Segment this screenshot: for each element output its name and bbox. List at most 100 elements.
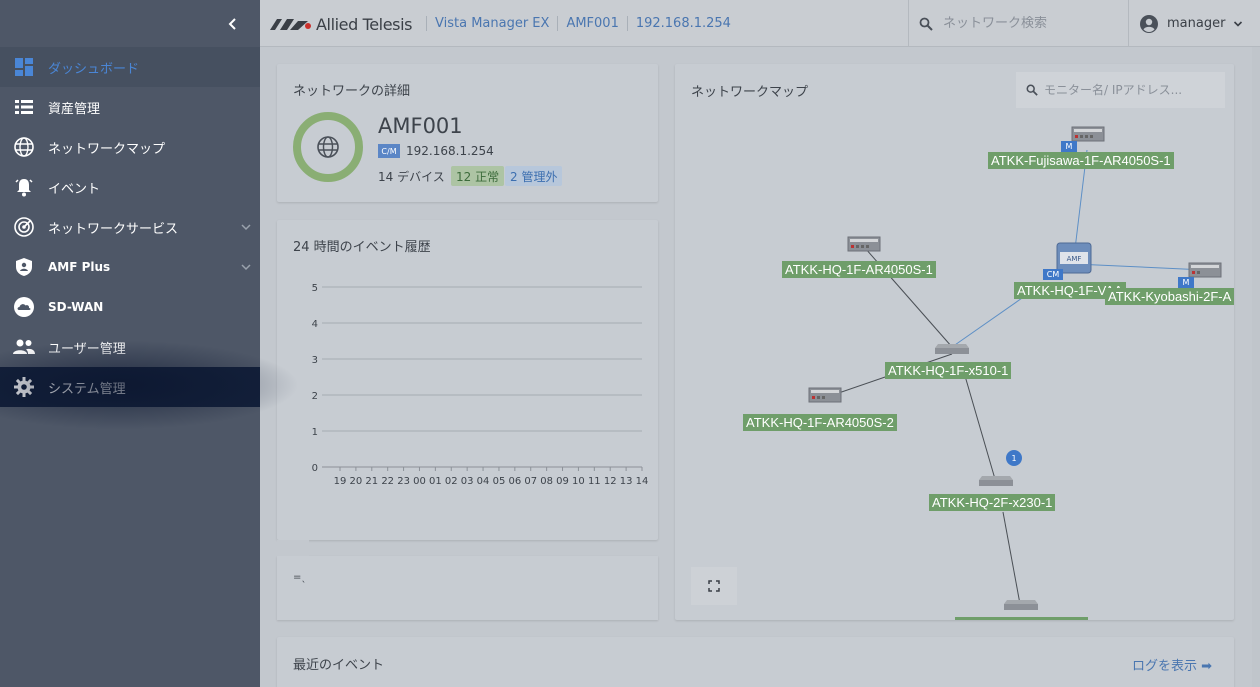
sidebar-item-network-services[interactable]: ネットワークサービス [0, 207, 260, 247]
y-tick-label: 0 [312, 463, 318, 474]
search-icon [1026, 84, 1038, 96]
x-tick-label: 12 [604, 476, 617, 487]
sidebar-item-user-management[interactable]: ユーザー管理 [0, 327, 260, 367]
sidebar-item-network-map[interactable]: ネットワークマップ [0, 127, 260, 167]
link-x510-x230 [962, 368, 996, 480]
sidebar-item-label: ネットワークマップ [48, 141, 166, 157]
switch-icon[interactable] [934, 342, 970, 356]
view-log-link[interactable]: ログを表示 ➡ [1132, 655, 1212, 674]
fullscreen-button[interactable] [691, 567, 737, 605]
network-map-title: ネットワークマップ [691, 85, 809, 100]
allied-telesis-logo[interactable]: Allied Telesis [268, 14, 412, 34]
node-badge: M [1061, 141, 1077, 152]
x-tick-label: 14 [636, 476, 649, 487]
brand-name: Allied Telesis [316, 14, 413, 34]
svg-text:AMF: AMF [1067, 255, 1082, 263]
sidebar-item-assets[interactable]: 資産管理 [0, 87, 260, 127]
x-tick-label: 06 [508, 476, 521, 487]
bell-icon [12, 175, 36, 199]
node-label[interactable]: ATKK-HQ-1F-AR4050S-1 [782, 261, 936, 278]
switch-icon[interactable] [978, 474, 1014, 488]
y-tick-label: 4 [312, 319, 318, 330]
chevron-down-icon [241, 224, 251, 231]
node-badge: M [1178, 277, 1194, 288]
x-tick-label: 07 [524, 476, 537, 487]
node-label[interactable]: ATKK-HQ-1F-x510-1 [885, 362, 1012, 379]
users-icon [12, 335, 36, 359]
breadcrumb-vista-manager[interactable]: Vista Manager EX [426, 16, 557, 31]
x-tick-label: 21 [365, 476, 378, 487]
link-x230-bottom [1002, 511, 1021, 605]
sidebar-item-system-management[interactable]: システム管理 [0, 367, 260, 407]
breadcrumb-network[interactable]: AMF001 [557, 16, 626, 31]
normal-count-badge[interactable]: 12 正常 [451, 166, 505, 186]
x-tick-label: 09 [556, 476, 569, 487]
network-ip: 192.168.1.254 [406, 144, 494, 158]
y-tick-label: 2 [312, 391, 318, 402]
x-tick-label: 22 [381, 476, 394, 487]
sidebar-item-amf-plus[interactable]: AMF Plus [0, 247, 260, 287]
node-label[interactable]: ATKK-HQ-2F-x230-1 [929, 494, 1056, 511]
x-tick-label: 13 [620, 476, 633, 487]
x-tick-label: 01 [429, 476, 442, 487]
globe-icon [317, 136, 339, 158]
collapse-sidebar-icon[interactable] [226, 17, 240, 31]
device-status-donut [293, 112, 363, 182]
link-vaa-kyobashi [1074, 263, 1206, 271]
sidebar-item-label: イベント [48, 181, 101, 197]
x-tick-label: 11 [588, 476, 601, 487]
node-label-partial [955, 617, 1088, 620]
cm-badge: C/M [378, 144, 400, 158]
device-count: 14 デバイス [378, 170, 445, 184]
node-label[interactable]: ATKK-HQ-1F-AR4050S-2 [743, 414, 897, 431]
sidebar-item-label: ダッシュボード [48, 61, 140, 77]
sidebar-item-label: AMF Plus [48, 260, 111, 274]
network-map-canvas[interactable]: M ATKK-Fujisawa-1F-AR4050S-1 ATKK-HQ-1F-… [675, 114, 1234, 620]
page-scrollbar[interactable] [1252, 47, 1260, 687]
sidebar: ダッシュボード 資産管理 ネットワークマップ イベント ネットワークサービス A… [0, 0, 260, 687]
breadcrumb: Vista Manager EX AMF001 192.168.1.254 [426, 16, 739, 31]
network-name[interactable]: AMF001 [378, 114, 463, 138]
list-icon [12, 95, 36, 119]
sidebar-item-label: システム管理 [48, 381, 126, 397]
breadcrumb-ip[interactable]: 192.168.1.254 [626, 16, 739, 31]
globe-icon [12, 135, 36, 159]
account-icon [1140, 14, 1158, 33]
router-icon[interactable] [847, 234, 881, 254]
sidebar-item-label: ユーザー管理 [48, 341, 126, 357]
map-search-input[interactable] [1044, 83, 1214, 97]
node-label[interactable]: ATKK-Fujisawa-1F-AR4050S-1 [988, 152, 1174, 169]
network-search-input[interactable] [943, 16, 1113, 31]
sidebar-item-events[interactable]: イベント [0, 167, 260, 207]
sidebar-item-dashboard[interactable]: ダッシュボード [0, 47, 260, 87]
y-tick-label: 5 [312, 283, 318, 294]
sidebar-item-sd-wan[interactable]: SD-WAN [0, 287, 260, 327]
partial-card-text: =ˎ [293, 572, 307, 583]
sidebar-top [0, 0, 260, 47]
switch-icon[interactable] [1003, 598, 1039, 612]
x-tick-label: 02 [445, 476, 458, 487]
card-gap [277, 540, 309, 556]
y-tick-label: 3 [312, 355, 318, 366]
alert-count-badge[interactable]: 1 [1006, 450, 1022, 466]
node-label[interactable]: ATKK-Kyobashi-2F-A [1105, 288, 1234, 305]
cloud-icon [12, 295, 36, 319]
logo-mark-icon [270, 19, 311, 30]
sidebar-nav: ダッシュボード 資産管理 ネットワークマップ イベント ネットワークサービス A… [0, 47, 260, 407]
x-tick-label: 00 [413, 476, 426, 487]
network-details-card: ネットワークの詳細 AMF001 C/M 192.168.1.254 14 デバ… [277, 64, 658, 202]
dashboard-icon [12, 55, 36, 79]
x-tick-label: 04 [477, 476, 490, 487]
recent-events-card: 最近のイベント ログを表示 ➡ [277, 637, 1234, 687]
user-menu[interactable]: manager [1128, 0, 1248, 47]
y-tick-label: 1 [312, 427, 318, 438]
search-icon [919, 17, 933, 31]
x-tick-label: 05 [493, 476, 506, 487]
gear-icon [12, 375, 36, 399]
node-badge: CM [1043, 269, 1063, 280]
x-tick-label: 20 [350, 476, 363, 487]
router-icon[interactable] [808, 385, 842, 405]
partial-card: =ˎ [277, 540, 658, 620]
unmanaged-count-badge[interactable]: 2 管理外 [505, 166, 563, 186]
recent-events-title: 最近のイベント [293, 658, 385, 673]
